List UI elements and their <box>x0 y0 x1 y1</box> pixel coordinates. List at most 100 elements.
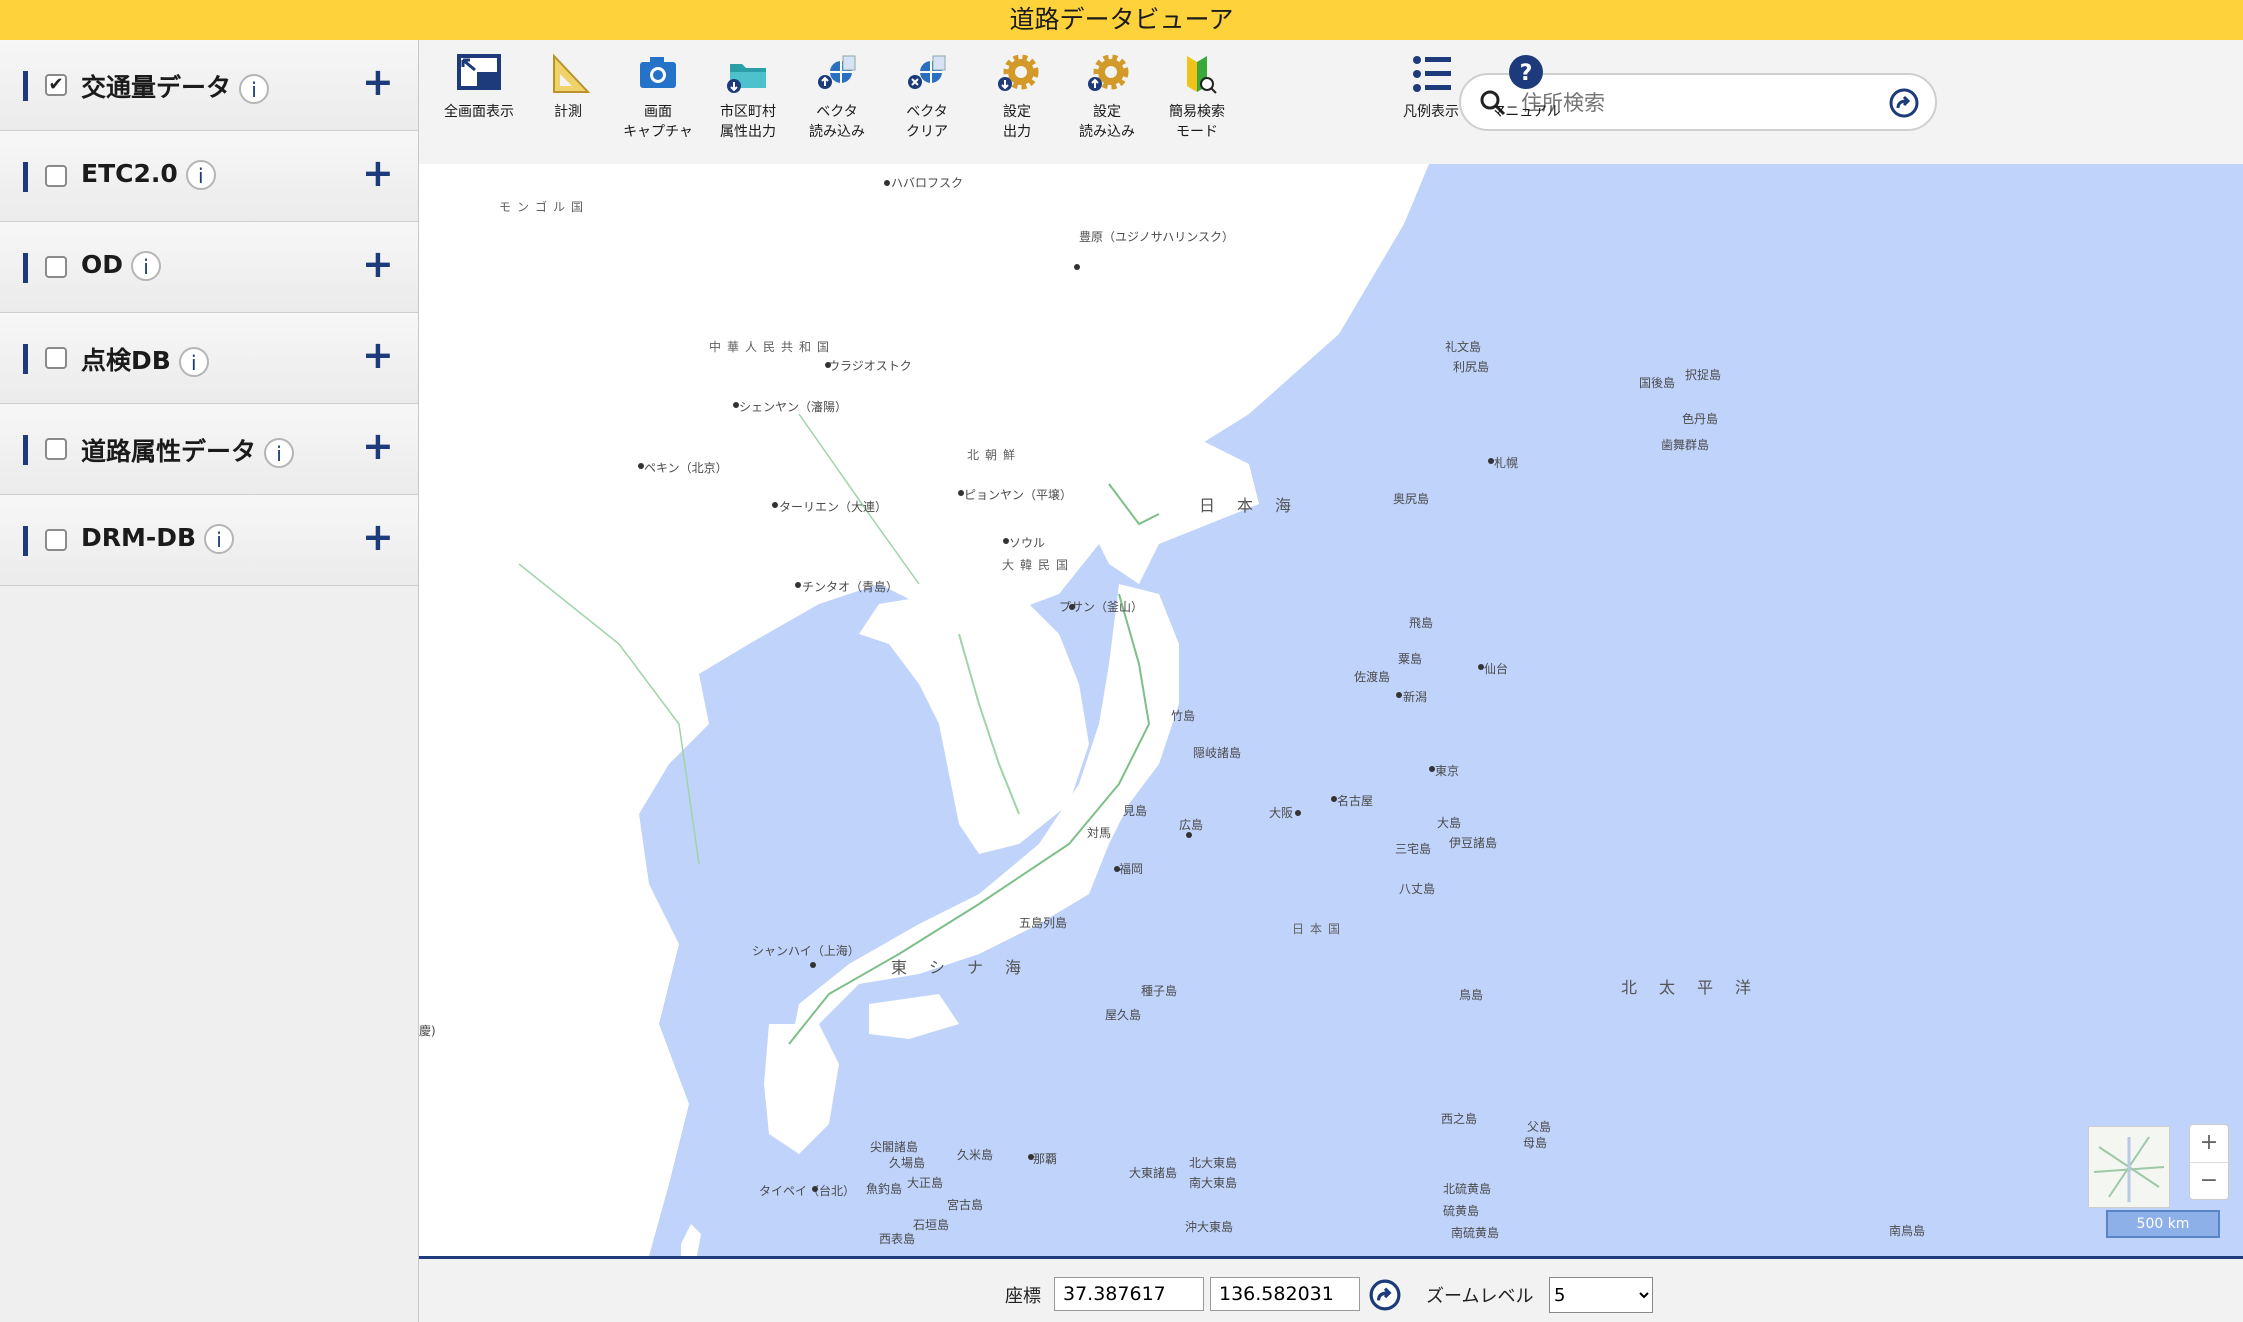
info-icon[interactable]: i <box>264 438 295 468</box>
map-place-label: 飛島 <box>1409 616 1434 630</box>
map-place-label: 北大東島 <box>1189 1156 1238 1170</box>
info-icon[interactable]: i <box>204 524 235 554</box>
layer-accent-bar <box>23 253 28 283</box>
city-marker <box>1074 264 1080 270</box>
map-place-label: 北硫黄島 <box>1443 1182 1492 1196</box>
layer-checkbox-inspection-db[interactable] <box>45 347 67 369</box>
map-place-label: 西之島 <box>1441 1112 1478 1126</box>
map-place-label: 北太平洋 <box>1621 978 1774 997</box>
city-marker <box>1295 810 1301 816</box>
vector-load-button[interactable]: ベクタ 読み込み <box>794 52 880 142</box>
map-place-label: 久米島 <box>957 1148 994 1162</box>
city-marker <box>810 962 816 968</box>
overview-minimap[interactable] <box>2088 1126 2170 1208</box>
scale-bar: 500 km <box>2106 1210 2220 1238</box>
coordinate-label: 座標 <box>1005 1286 1041 1307</box>
settings-export-button[interactable]: 設定 出力 <box>974 52 1060 142</box>
info-icon[interactable]: i <box>131 251 162 281</box>
expand-plus-icon[interactable]: + <box>362 153 394 193</box>
map-place-label: 見島 <box>1123 804 1148 818</box>
map-place-label: 南鳥島 <box>1889 1224 1926 1238</box>
city-marker <box>825 362 831 368</box>
latitude-field[interactable] <box>1054 1277 1204 1311</box>
legend-list-icon <box>1413 56 1451 92</box>
vector-clear-button[interactable]: ベクタ クリア <box>884 52 970 142</box>
layer-label-etc2: ETC2.0 i <box>81 159 216 190</box>
fullscreen-button[interactable]: 全画面表示 <box>436 52 522 122</box>
camera-icon <box>640 57 676 88</box>
layer-checkbox-od[interactable] <box>45 256 67 278</box>
map-place-label: 沖大東島 <box>1185 1220 1234 1234</box>
expand-plus-icon[interactable]: + <box>362 517 394 557</box>
info-icon[interactable]: i <box>239 74 270 104</box>
map-place-label: ハバロフスク <box>891 176 964 190</box>
map-place-label: 礼文島 <box>1445 340 1482 354</box>
layer-label-inspection-db: 点検DB i <box>81 341 209 377</box>
manual-button[interactable]: ? マニュアル <box>1481 52 1571 122</box>
map-place-label: シャンハイ（上海） <box>752 944 860 958</box>
layer-row-inspection-db[interactable]: 点検DB i + <box>0 313 418 404</box>
zoom-in-button[interactable]: + <box>2190 1125 2228 1163</box>
map-place-label: 三宅島 <box>1395 842 1432 856</box>
map-place-label: 屋久島 <box>1105 1008 1142 1022</box>
layer-accent-bar <box>23 435 28 465</box>
map-place-label: 大正島 <box>907 1176 944 1190</box>
layer-checkbox-road-attributes[interactable] <box>45 438 67 460</box>
map-place-label: 南大東島 <box>1189 1176 1238 1190</box>
settings-import-icon <box>1088 54 1129 91</box>
toolbar: 全画面表示 計測 画面 キャプチャ 市区町村 属性出力 ベクタ 読み込み ベクタ クリア… <box>419 40 2243 165</box>
map-place-label: 東京 <box>1435 764 1460 778</box>
layer-row-road-attributes[interactable]: 道路属性データ i + <box>0 404 418 495</box>
map-place-label: 北朝鮮 <box>967 448 1022 462</box>
info-icon[interactable]: i <box>178 347 209 377</box>
layer-checkbox-traffic[interactable]: ✔ <box>45 74 67 96</box>
municipality-export-button[interactable]: 市区町村 属性出力 <box>705 52 791 142</box>
beginner-search-icon <box>1187 56 1217 94</box>
zoom-level-select[interactable]: 5 <box>1549 1277 1653 1313</box>
map-place-label: 色丹島 <box>1682 412 1719 426</box>
layer-row-etc2[interactable]: ETC2.0 i + <box>0 131 418 222</box>
expand-plus-icon[interactable]: + <box>362 426 394 466</box>
map-place-label: 五島列島 <box>1019 916 1068 930</box>
expand-plus-icon[interactable]: + <box>362 335 394 375</box>
coordinate-go-icon[interactable] <box>1369 1279 1401 1311</box>
map-place-label: 択捉島 <box>1685 368 1722 382</box>
info-icon[interactable]: i <box>185 160 216 190</box>
city-marker <box>812 1186 818 1192</box>
map-place-label: 仙台 <box>1484 662 1509 676</box>
measure-button[interactable]: 計測 <box>525 52 611 122</box>
vector-clear-icon <box>908 55 946 89</box>
layer-accent-bar <box>23 71 28 101</box>
layer-label-drm-db: DRM-DB i <box>81 523 235 554</box>
simple-search-mode-button[interactable]: 簡易検索 モード <box>1154 52 1240 142</box>
map-place-label: 対馬 <box>1087 826 1112 840</box>
city-marker <box>1114 866 1120 872</box>
layer-row-od[interactable]: OD i + <box>0 222 418 313</box>
zoom-out-button[interactable]: − <box>2190 1163 2228 1200</box>
city-marker <box>733 402 739 408</box>
settings-import-button[interactable]: 設定 読み込み <box>1064 52 1150 142</box>
search-go-icon[interactable] <box>1889 88 1919 118</box>
map-place-label: 名古屋 <box>1337 794 1374 808</box>
layer-checkbox-drm-db[interactable] <box>45 529 67 551</box>
map-place-label: 大東諸島 <box>1129 1166 1178 1180</box>
map-place-label: 佐渡島 <box>1354 670 1391 684</box>
screen-capture-button[interactable]: 画面 キャプチャ <box>615 52 701 142</box>
zoom-level-label: ズームレベル <box>1426 1286 1534 1307</box>
map-view[interactable]: ハバロフスク 豊原（ユジノサハリンスク） モンゴル国 中華人民共和国 ウラジオス… <box>419 164 2243 1256</box>
layer-row-traffic[interactable]: ✔ 交通量データ i + <box>0 40 418 131</box>
map-place-label: 西表島 <box>879 1232 916 1246</box>
map-place-label: 石垣島 <box>913 1218 950 1232</box>
city-marker <box>1028 1154 1034 1160</box>
city-marker <box>795 582 801 588</box>
layer-row-drm-db[interactable]: DRM-DB i + <box>0 495 418 586</box>
layer-checkbox-etc2[interactable] <box>45 165 67 187</box>
expand-plus-icon[interactable]: + <box>362 62 394 102</box>
layer-sidebar: ✔ 交通量データ i + ETC2.0 i + OD i + 点検DB i + 道路属性… <box>0 40 419 1322</box>
legend-button[interactable]: 凡例表示 <box>1391 52 1471 122</box>
map-place-label: 那覇 <box>1033 1152 1058 1166</box>
map-place-label: モンゴル国 <box>499 200 590 214</box>
map-place-label: タイペイ（台北） <box>759 1184 856 1198</box>
expand-plus-icon[interactable]: + <box>362 244 394 284</box>
longitude-field[interactable] <box>1210 1277 1360 1311</box>
